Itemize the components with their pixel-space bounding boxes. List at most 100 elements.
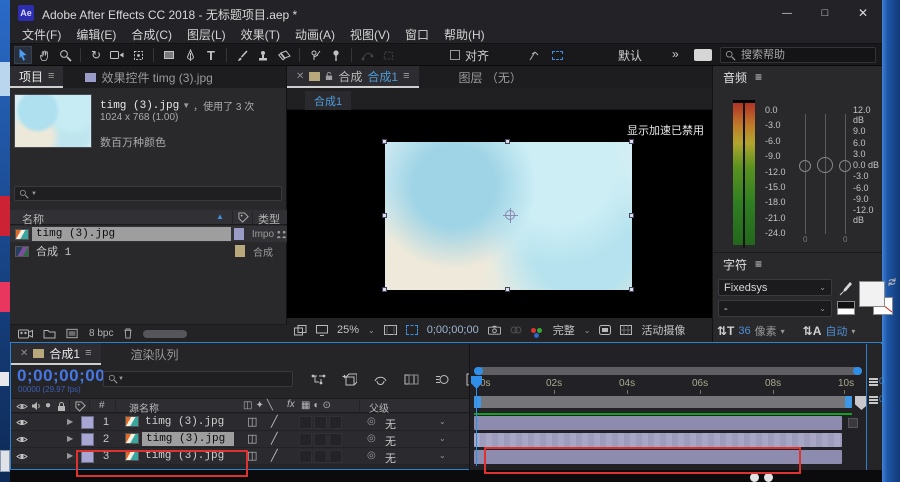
maximize-button[interactable]: □ — [806, 0, 844, 26]
safe-margins-icon[interactable] — [384, 325, 397, 336]
layer-name[interactable]: timg (3).jpg — [145, 416, 224, 428]
layer-row-1[interactable]: ▶ 1 timg (3).jpg ◫ ╱ ◎ 无 ⌄ — [11, 414, 469, 431]
pen-tool[interactable] — [181, 46, 199, 64]
delete-icon[interactable] — [123, 328, 133, 339]
eye-icon[interactable] — [16, 452, 28, 461]
zoom-level-dropdown[interactable]: 25% — [337, 324, 359, 336]
menu-window[interactable]: 窗口 — [405, 26, 429, 43]
sort-ascending-icon[interactable]: ▲ — [216, 212, 224, 221]
stroke-color-swatch[interactable] — [837, 301, 855, 315]
menu-edit[interactable]: 编辑(E) — [76, 26, 116, 43]
work-area-end-handle[interactable] — [845, 396, 852, 408]
column-source-header[interactable]: 源名称 — [129, 400, 159, 415]
roto-brush-tool[interactable] — [306, 46, 324, 64]
workspace-bar-icon[interactable] — [694, 49, 712, 61]
transparency-grid-icon[interactable] — [620, 325, 632, 335]
expand-arrow-icon[interactable]: ▶ — [67, 434, 73, 443]
column-number-header[interactable]: # — [99, 400, 105, 411]
panel-menu-icon[interactable]: ≡ — [85, 347, 91, 359]
master-level-slider[interactable] — [825, 114, 826, 234]
navigator-end-handle[interactable] — [853, 367, 862, 375]
tab-project[interactable]: 项目 ≡ — [10, 66, 63, 88]
right-level-slider[interactable] — [845, 114, 846, 234]
stretch-columns-icon[interactable] — [869, 396, 878, 398]
swap-fill-stroke-icon[interactable] — [887, 277, 897, 287]
pan-behind-tool[interactable] — [129, 46, 147, 64]
layer-name-selected[interactable]: timg (3).jpg — [142, 432, 234, 446]
playhead-line[interactable] — [476, 378, 477, 466]
comp-breadcrumb[interactable]: 合成1 — [305, 91, 351, 111]
menu-composition[interactable]: 合成(C) — [131, 26, 172, 43]
quality-switch-icon[interactable]: ◫ — [247, 415, 257, 428]
selection-handle[interactable] — [382, 287, 387, 292]
region-of-interest-icon[interactable] — [548, 46, 566, 64]
comp-item-name[interactable]: 合成 1 — [36, 243, 232, 259]
project-row-footage[interactable]: timg (3).jpg Impo — [10, 226, 287, 242]
shape-tool[interactable] — [160, 46, 178, 64]
parent-pickwhip-icon[interactable]: ◎ — [367, 450, 376, 461]
chevron-down-icon[interactable]: ▼ — [182, 101, 190, 110]
tab-composition[interactable]: ✕ 合成 合成1 ≡ — [287, 66, 419, 88]
frame-blend-icon[interactable] — [404, 373, 419, 386]
draft-3d-icon[interactable] — [342, 373, 357, 386]
always-preview-icon[interactable] — [294, 325, 307, 336]
font-style-dropdown[interactable]: - ⌄ — [718, 300, 832, 317]
workspace-overflow-button[interactable]: » — [672, 47, 679, 61]
time-navigator-bar[interactable] — [474, 367, 862, 375]
in-out-columns-icon[interactable] — [869, 378, 878, 380]
navigator-start-handle[interactable] — [474, 367, 483, 375]
tab-render-queue[interactable]: 渲染队列 — [131, 346, 179, 363]
minimize-button[interactable]: — — [768, 0, 806, 26]
menu-effect[interactable]: 效果(T) — [241, 26, 280, 43]
chevron-down-icon[interactable]: ▾ — [851, 327, 855, 336]
new-folder-icon[interactable] — [43, 329, 56, 339]
slider-knob[interactable] — [839, 160, 851, 172]
parent-dropdown[interactable]: 无 — [385, 416, 396, 432]
expand-arrow-icon[interactable]: ▶ — [67, 451, 73, 460]
eye-icon[interactable] — [16, 435, 28, 444]
expand-arrow-icon[interactable]: ▶ — [67, 417, 73, 426]
horizontal-scrollbar[interactable] — [143, 330, 187, 338]
work-area-bar[interactable] — [474, 396, 852, 408]
selection-handle[interactable] — [382, 213, 387, 218]
font-size-value[interactable]: 36 — [738, 325, 750, 337]
comp-timecode[interactable]: 0;00;00;00 — [427, 324, 479, 336]
type-tool[interactable]: T — [202, 46, 220, 64]
layer-label-swatch[interactable] — [81, 433, 94, 446]
selection-handle[interactable] — [629, 139, 634, 144]
menu-layer[interactable]: 图层(L) — [187, 26, 226, 43]
help-search-box[interactable] — [720, 47, 876, 63]
selection-handle[interactable] — [382, 139, 387, 144]
composition-viewer[interactable]: 显示加速已禁用 — [287, 110, 712, 318]
panel-menu-icon[interactable]: ≡ — [403, 70, 409, 82]
column-type-header[interactable]: 类型 — [258, 211, 280, 227]
mask-feather-icon[interactable] — [525, 46, 543, 64]
quality-switch-icon[interactable]: ◫ — [247, 432, 257, 445]
font-family-dropdown[interactable]: Fixedsys ⌄ — [718, 279, 832, 296]
quality-slash-icon[interactable]: ╱ — [271, 415, 278, 428]
shy-layers-icon[interactable] — [373, 373, 388, 386]
panel-menu-icon[interactable]: ≡ — [755, 257, 762, 271]
workspace-switcher[interactable]: 默认 — [595, 47, 665, 65]
motion-blur-icon[interactable] — [435, 373, 450, 386]
tab-timeline-comp[interactable]: ✕ 合成1 ≡ — [11, 343, 101, 365]
puppet-pin-tool[interactable] — [327, 46, 345, 64]
panel-menu-icon[interactable]: ≡ — [755, 70, 762, 84]
menu-animation[interactable]: 动画(A) — [295, 26, 335, 43]
fill-color-swatch[interactable] — [859, 281, 885, 307]
footage-item-name[interactable]: timg (3).jpg — [32, 227, 231, 241]
camera-tool[interactable] — [108, 46, 126, 64]
hand-tool[interactable] — [35, 46, 53, 64]
timeline-search-box[interactable]: ▼ — [103, 371, 293, 387]
snapshot-icon[interactable] — [488, 325, 501, 335]
help-search-input[interactable] — [741, 49, 861, 61]
tab-effect-controls[interactable]: 效果控件 timg (3).jpg — [85, 69, 212, 86]
snap-toggle[interactable]: 对齐 — [450, 44, 489, 66]
leading-value[interactable]: 自动 — [825, 323, 847, 339]
layer-duration-bar-2[interactable] — [474, 433, 842, 447]
left-level-slider[interactable] — [805, 114, 806, 234]
selection-handle[interactable] — [505, 287, 510, 292]
parent-pickwhip-icon[interactable]: ◎ — [367, 416, 376, 427]
quality-slash-icon[interactable]: ╱ — [271, 432, 278, 445]
label-swatch[interactable] — [235, 245, 245, 257]
